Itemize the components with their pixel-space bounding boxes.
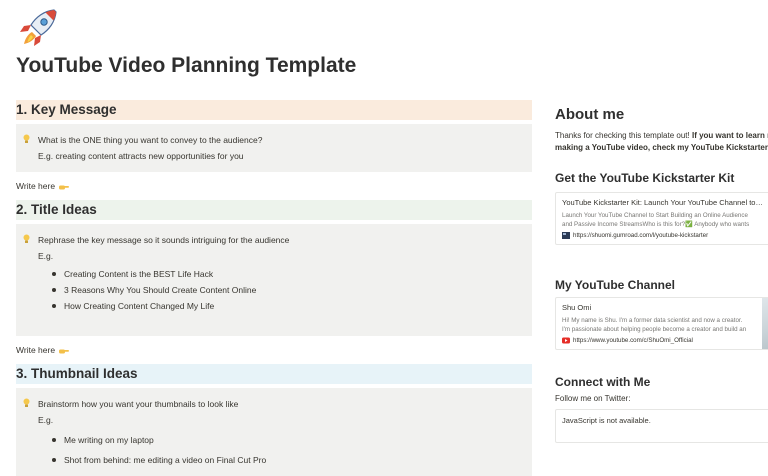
write-here-label: Write here (16, 181, 56, 191)
callout-key-message: What is the ONE thing you want to convey… (16, 124, 532, 172)
main-content: 1. Key Message What is the ONE thing you… (16, 100, 532, 476)
channel-heading: My YouTube Channel (555, 278, 676, 292)
list-item-text: Creating Content is the BEST Life Hack (64, 269, 214, 279)
bookmark-url: https://shuomi.gumroad.com/l/youtube-kic… (562, 232, 768, 239)
bullet-dot (52, 304, 56, 308)
pointing-hand-icon (59, 349, 70, 354)
about-text-bold: If you want to learn m (691, 131, 768, 140)
list-item-text: How Creating Content Changed My Life (64, 301, 215, 311)
lightbulb-icon (23, 234, 30, 243)
lightbulb-icon (23, 134, 30, 143)
list-item-text: Me writing on my laptop (64, 435, 154, 445)
about-text: Thanks for checking this template out! I… (555, 130, 768, 142)
bookmark-url-text: https://shuomi.gumroad.com/l/youtube-kic… (573, 232, 709, 239)
embed-text: JavaScript is not available. (562, 416, 651, 425)
about-text-normal: Thanks for checking this template out! (555, 131, 692, 140)
bookmark-desc: and Passive Income StreamsWho is this fo… (562, 221, 750, 228)
lightbulb-icon (23, 398, 30, 407)
about-text-bold-line2: making a YouTube video, check my YouTube… (555, 143, 768, 152)
bullet-dot (52, 272, 56, 276)
list-item: Me writing on my laptop (52, 432, 532, 448)
bookmark-url-text: https://www.youtube.com/c/ShuOmi_Officia… (573, 337, 693, 344)
section-heading-thumbnail-ideas: 3. Thumbnail Ideas (16, 364, 532, 384)
section-heading-title-ideas: 2. Title Ideas (16, 200, 532, 220)
callout-line: E.g. (38, 415, 54, 425)
bullet-dot (52, 458, 56, 462)
list-item: Shot from behind: me editing a video on … (52, 452, 532, 468)
bullet-dot (52, 438, 56, 442)
bullet-list: Me writing on my laptop Shot from behind… (38, 432, 532, 468)
twitter-embed[interactable]: JavaScript is not available. (555, 409, 768, 443)
callout-title-ideas: Rephrase the key message so it sounds in… (16, 224, 532, 336)
connect-heading: Connect with Me (555, 375, 651, 389)
list-item: Creating Content is the BEST Life Hack (52, 266, 532, 282)
channel-bookmark[interactable]: Shu Omi Hi! My name is Shu. I'm a former… (555, 297, 768, 350)
about-text-line2: making a YouTube video, check my YouTube… (555, 142, 768, 154)
pointing-hand-icon (59, 185, 70, 190)
sidebar: About me Thanks for checking this templa… (555, 100, 768, 443)
bookmark-url: https://www.youtube.com/c/ShuOmi_Officia… (562, 337, 756, 344)
callout-line: E.g. creating content attracts new oppor… (38, 151, 244, 161)
callout-line: Rephrase the key message so it sounds in… (38, 235, 290, 245)
bookmark-desc: Launch Your YouTube Channel to Start Bui… (562, 212, 748, 219)
list-item-text: 3 Reasons Why You Should Create Content … (64, 285, 257, 295)
bookmark-desc: Hi! My name is Shu. I'm a former data sc… (562, 317, 743, 324)
page-title: YouTube Video Planning Template (16, 54, 357, 77)
callout-line: Brainstorm how you want your thumbnails … (38, 399, 239, 409)
channel-thumbnail (762, 298, 768, 349)
kit-bookmark[interactable]: YouTube Kickstarter Kit: Launch Your You… (555, 192, 768, 245)
follow-text: Follow me on Twitter: (555, 394, 631, 403)
callout-thumbnail-ideas: Brainstorm how you want your thumbnails … (16, 388, 532, 476)
bookmark-title: YouTube Kickstarter Kit: Launch Your You… (562, 198, 763, 207)
rocket-icon (20, 9, 57, 46)
bullet-list: Creating Content is the BEST Life Hack 3… (38, 266, 532, 314)
youtube-favicon-icon (562, 337, 570, 344)
bookmark-title: Shu Omi (562, 303, 592, 312)
list-item: 3 Reasons Why You Should Create Content … (52, 282, 532, 298)
section-heading-key-message: 1. Key Message (16, 100, 532, 120)
write-here-text[interactable]: Write here (16, 176, 532, 196)
callout-line: E.g. (38, 251, 54, 261)
write-here-label: Write here (16, 345, 56, 355)
bookmark-desc: I'm passionate about helping people beco… (562, 326, 747, 333)
callout-line: What is the ONE thing you want to convey… (38, 135, 263, 145)
gumroad-favicon-icon (562, 232, 570, 239)
kit-heading: Get the YouTube Kickstarter Kit (555, 171, 735, 185)
list-item-text: Shot from behind: me editing a video on … (64, 455, 267, 465)
write-here-text[interactable]: Write here (16, 340, 532, 360)
list-item: How Creating Content Changed My Life (52, 298, 532, 314)
bullet-dot (52, 288, 56, 292)
about-heading: About me (555, 106, 625, 123)
